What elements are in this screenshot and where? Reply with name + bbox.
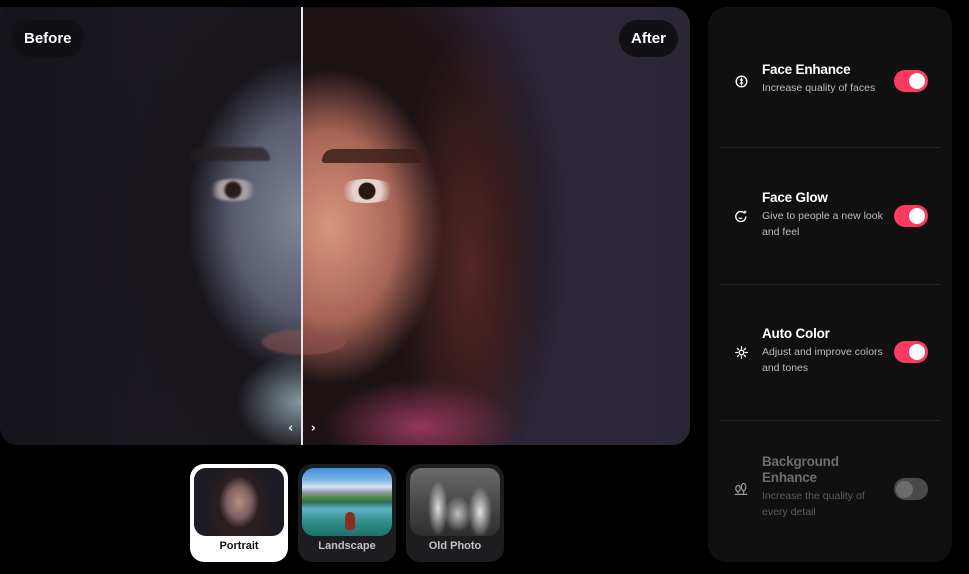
option-description: Adjust and improve colors and tones bbox=[762, 346, 883, 374]
old-photo-thumbnail bbox=[410, 468, 500, 536]
face-glow-icon bbox=[734, 209, 748, 223]
preset-label: Landscape bbox=[318, 540, 376, 552]
toggle-knob bbox=[909, 208, 925, 224]
after-image-region bbox=[302, 7, 690, 445]
trees-icon bbox=[734, 482, 748, 496]
face-enhance-toggle[interactable] bbox=[894, 70, 928, 92]
chevron-right-icon: › bbox=[310, 420, 316, 436]
portrait-thumbnail bbox=[194, 468, 284, 536]
option-title: Face Enhance bbox=[762, 62, 851, 77]
divider bbox=[720, 147, 940, 148]
compare-slider-handle[interactable]: ‹ › bbox=[288, 419, 316, 437]
chevron-left-icon: ‹ bbox=[288, 420, 294, 436]
option-description: Increase the quality of every detail bbox=[762, 490, 865, 518]
face-glow-toggle[interactable] bbox=[894, 205, 928, 227]
after-eye bbox=[337, 179, 397, 203]
before-image-region bbox=[0, 7, 302, 445]
option-title: Auto Color bbox=[762, 326, 830, 341]
before-photo bbox=[0, 7, 302, 445]
preset-label: Portrait bbox=[219, 540, 259, 552]
before-brow bbox=[190, 147, 270, 161]
option-description: Increase quality of faces bbox=[762, 82, 876, 94]
before-after-viewer[interactable]: ‹ › Before After bbox=[0, 7, 690, 445]
after-brow bbox=[322, 149, 422, 163]
option-title: Face Glow bbox=[762, 190, 828, 205]
divider bbox=[720, 284, 940, 285]
before-eye bbox=[207, 179, 259, 201]
enhancement-settings-panel: Face Enhance Increase quality of faces F… bbox=[708, 7, 952, 562]
option-face-enhance: Face Enhance Increase quality of faces bbox=[720, 62, 940, 102]
preset-label: Old Photo bbox=[428, 540, 482, 552]
option-face-glow: Face Glow Give to people a new look and … bbox=[720, 190, 940, 242]
divider bbox=[720, 420, 940, 421]
after-label: After bbox=[618, 20, 678, 57]
option-text: Face Enhance Increase quality of faces bbox=[762, 62, 887, 96]
preset-selector: Portrait Landscape Old Photo bbox=[190, 464, 504, 562]
option-text: Face Glow Give to people a new look and … bbox=[762, 190, 887, 240]
face-enhance-icon bbox=[734, 74, 748, 88]
preset-old-photo[interactable]: Old Photo bbox=[406, 464, 504, 562]
option-description: Give to people a new look and feel bbox=[762, 210, 883, 238]
auto-color-toggle[interactable] bbox=[894, 341, 928, 363]
before-label: Before bbox=[12, 20, 84, 57]
background-enhance-toggle[interactable] bbox=[894, 478, 928, 500]
toggle-knob bbox=[896, 480, 913, 498]
compare-divider[interactable] bbox=[301, 7, 303, 445]
after-lips bbox=[302, 329, 346, 355]
sun-icon bbox=[734, 345, 748, 359]
option-text: Background Enhance Increase the quality … bbox=[762, 454, 887, 520]
preset-portrait[interactable]: Portrait bbox=[190, 464, 288, 562]
option-auto-color: Auto Color Adjust and improve colors and… bbox=[720, 326, 940, 378]
after-photo bbox=[302, 7, 690, 445]
option-text: Auto Color Adjust and improve colors and… bbox=[762, 326, 887, 376]
toggle-knob bbox=[909, 73, 925, 89]
before-lips bbox=[262, 329, 302, 355]
option-title: Background Enhance bbox=[762, 454, 839, 485]
landscape-thumbnail bbox=[302, 468, 392, 536]
toggle-knob bbox=[909, 344, 925, 360]
preset-landscape[interactable]: Landscape bbox=[298, 464, 396, 562]
option-background-enhance: Background Enhance Increase the quality … bbox=[720, 454, 940, 524]
